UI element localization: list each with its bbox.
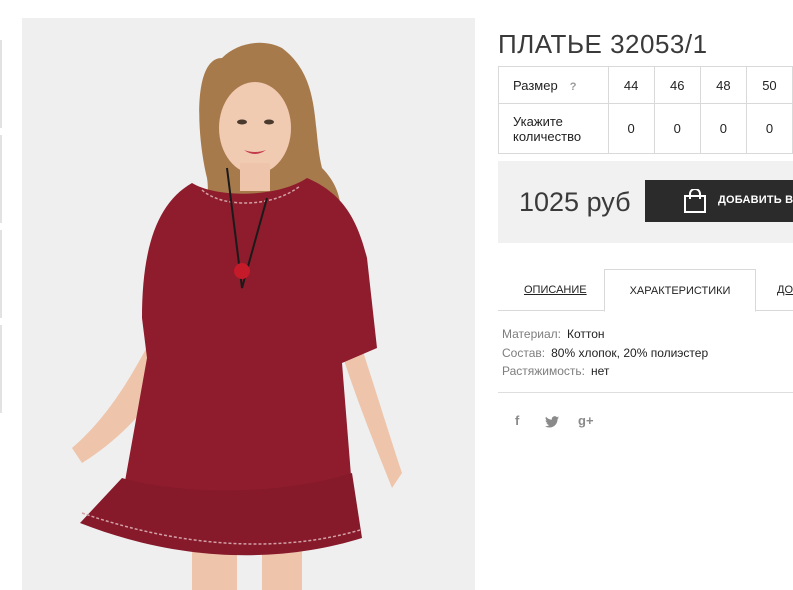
- spec-material: Материал: Коттон: [502, 327, 605, 341]
- price-panel: 1025 руб ДОБАВИТЬ В К: [498, 161, 793, 243]
- quantity-input-44[interactable]: 0: [607, 103, 655, 154]
- divider: [498, 392, 793, 393]
- quantity-row: Укажите количество 0 0 0 0: [498, 103, 793, 154]
- product-tabs: ОПИСАНИЕ ХАРАКТЕРИСТИКИ ДО: [498, 269, 793, 312]
- size-label-cell: Размер?: [498, 66, 609, 104]
- product-image[interactable]: [22, 18, 475, 590]
- quantity-input-50[interactable]: 0: [745, 103, 793, 154]
- size-48: 48: [699, 66, 747, 104]
- characteristics-list: Материал: Коттон Состав: 80% хлопок, 20% п…: [502, 325, 708, 381]
- spec-composition: Состав: 80% хлопок, 20% полиэстер: [502, 345, 709, 360]
- size-label: Размер: [513, 77, 558, 93]
- tab-characteristics[interactable]: ХАРАКТЕРИСТИКИ: [604, 269, 756, 312]
- spec-stretch: Растяжимость: нет: [502, 364, 610, 378]
- facebook-icon[interactable]: f: [515, 413, 519, 428]
- size-50: 50: [745, 66, 793, 104]
- quantity-input-46[interactable]: 0: [653, 103, 701, 154]
- add-to-cart-label: ДОБАВИТЬ В К: [718, 194, 793, 206]
- size-help-icon[interactable]: ?: [570, 81, 577, 93]
- size-quantity-table: Размер? 44 46 48 50 Укажите количество 0…: [498, 66, 793, 154]
- tab-description[interactable]: ОПИСАНИЕ: [524, 269, 587, 309]
- thumbnail-edge[interactable]: [0, 40, 2, 128]
- shopping-bag-icon: [684, 189, 706, 213]
- add-to-cart-button[interactable]: ДОБАВИТЬ В К: [645, 180, 793, 222]
- thumbnail-edge[interactable]: [0, 135, 2, 223]
- thumbnail-edge[interactable]: [0, 325, 2, 413]
- quantity-input-48[interactable]: 0: [699, 103, 747, 154]
- thumbnail-edge[interactable]: [0, 230, 2, 318]
- tab-delivery[interactable]: ДО: [777, 269, 793, 309]
- product-title: ПЛАТЬЕ 32053/1: [498, 29, 708, 60]
- twitter-icon[interactable]: [545, 416, 559, 431]
- price: 1025 руб: [519, 187, 631, 217]
- quantity-label: Укажите количество: [498, 103, 609, 154]
- size-46: 46: [653, 66, 701, 104]
- size-44: 44: [607, 66, 655, 104]
- googleplus-icon[interactable]: g+: [578, 413, 594, 428]
- size-row: Размер? 44 46 48 50: [498, 66, 793, 104]
